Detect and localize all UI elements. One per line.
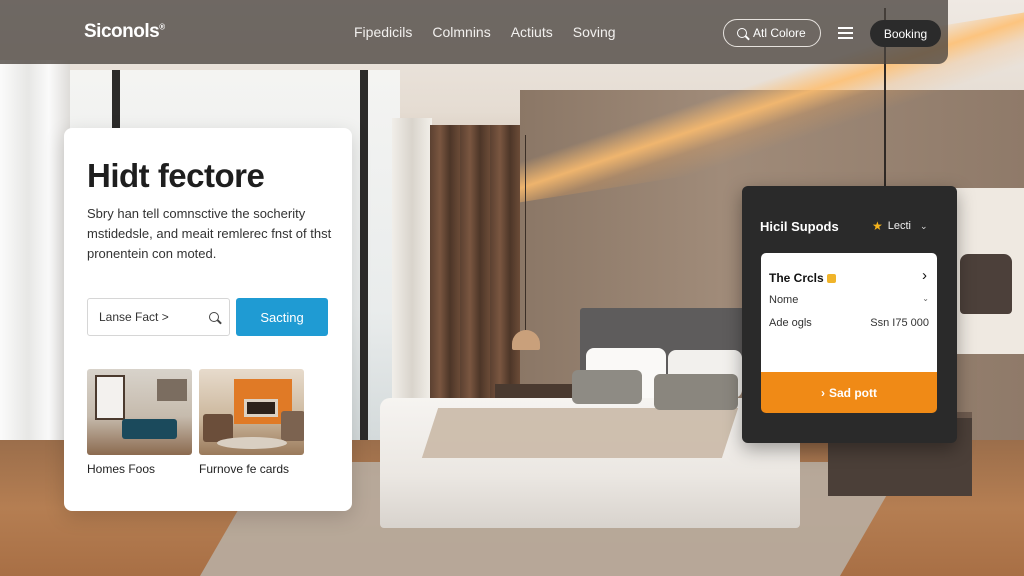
arrow-icon: › — [821, 385, 825, 400]
top-navbar: Siconols® Fipedicils Colmnins Actiuts So… — [0, 0, 948, 64]
thumb-fireplace — [244, 399, 278, 417]
price-row: Ade ogls Ssn I75 000 — [769, 317, 929, 329]
name-select[interactable]: Nome ⌄ — [769, 294, 929, 306]
hamburger-menu-icon[interactable] — [838, 27, 853, 39]
nav-link-soving[interactable]: Soving — [573, 24, 616, 40]
pillow — [572, 370, 642, 404]
panel-title: Hicil Supods — [760, 219, 839, 234]
thumb-armchair — [281, 411, 304, 441]
search-icon — [737, 28, 747, 38]
hero-card: Hidt fectore Sbry han tell comnsctive th… — [64, 128, 352, 511]
explore-button[interactable]: Atl Colore — [723, 19, 821, 47]
explore-label: Atl Colore — [753, 26, 806, 40]
supplies-panel: Hicil Supods ★ Lecti ⌄ The Crcls › Nome … — [742, 186, 957, 443]
bed-throw — [421, 408, 739, 458]
badge-icon — [826, 273, 836, 283]
nav-links: Fipedicils Colmnins Actiuts Soving — [354, 24, 616, 40]
row-label: Ade ogls — [769, 317, 812, 329]
cta-label: Sad pott — [829, 385, 877, 400]
search-input[interactable]: Lanse Fact > — [87, 298, 230, 336]
search-icon — [209, 312, 219, 322]
thumb-picture — [157, 379, 187, 401]
pillow — [654, 374, 738, 410]
hero-title: Hidt fectore — [87, 157, 265, 194]
card-heading: The Crcls — [769, 271, 836, 285]
star-icon: ★ — [872, 219, 883, 233]
row-label: Nome — [769, 294, 799, 306]
location-dropdown[interactable]: ★ Lecti ⌄ — [872, 219, 928, 233]
booking-button[interactable]: Booking — [870, 20, 941, 47]
location-label: Lecti — [887, 220, 912, 232]
hero-description: Sbry han tell comnsctive the socherity m… — [87, 206, 332, 261]
thumbnail-bedroom[interactable] — [87, 369, 192, 455]
thumbnail-living-room[interactable] — [199, 369, 304, 455]
nav-link-fipedicils[interactable]: Fipedicils — [354, 24, 412, 40]
nav-link-colmnins[interactable]: Colmnins — [432, 24, 490, 40]
thumbnail-caption[interactable]: Homes Foos — [87, 462, 155, 476]
thumb-rug — [217, 437, 287, 449]
thumb-bed — [122, 419, 177, 439]
window-frame — [360, 70, 368, 470]
search-button[interactable]: Sacting — [236, 298, 328, 336]
search-input-value: Lanse Fact > — [99, 310, 169, 324]
pendant-lamp — [512, 330, 540, 350]
nav-link-actiuts[interactable]: Actiuts — [511, 24, 553, 40]
brand-name: Siconols — [84, 21, 160, 42]
thumb-window — [95, 375, 125, 420]
brand-trademark: ® — [159, 22, 165, 32]
chevron-right-icon[interactable]: › — [922, 267, 927, 284]
sweater-art — [960, 254, 1012, 314]
pendant-cord — [525, 135, 526, 330]
brand-logo[interactable]: Siconols® — [84, 21, 165, 43]
chevron-down-icon: ⌄ — [920, 220, 928, 231]
card-heading-text: The Crcls — [769, 271, 824, 285]
chevron-down-icon: ⌄ — [922, 294, 929, 303]
row-value: Ssn I75 000 — [870, 317, 929, 329]
thumbnail-caption[interactable]: Furnove fe cards — [199, 462, 289, 476]
cta-button[interactable]: › Sad pott — [761, 372, 937, 413]
